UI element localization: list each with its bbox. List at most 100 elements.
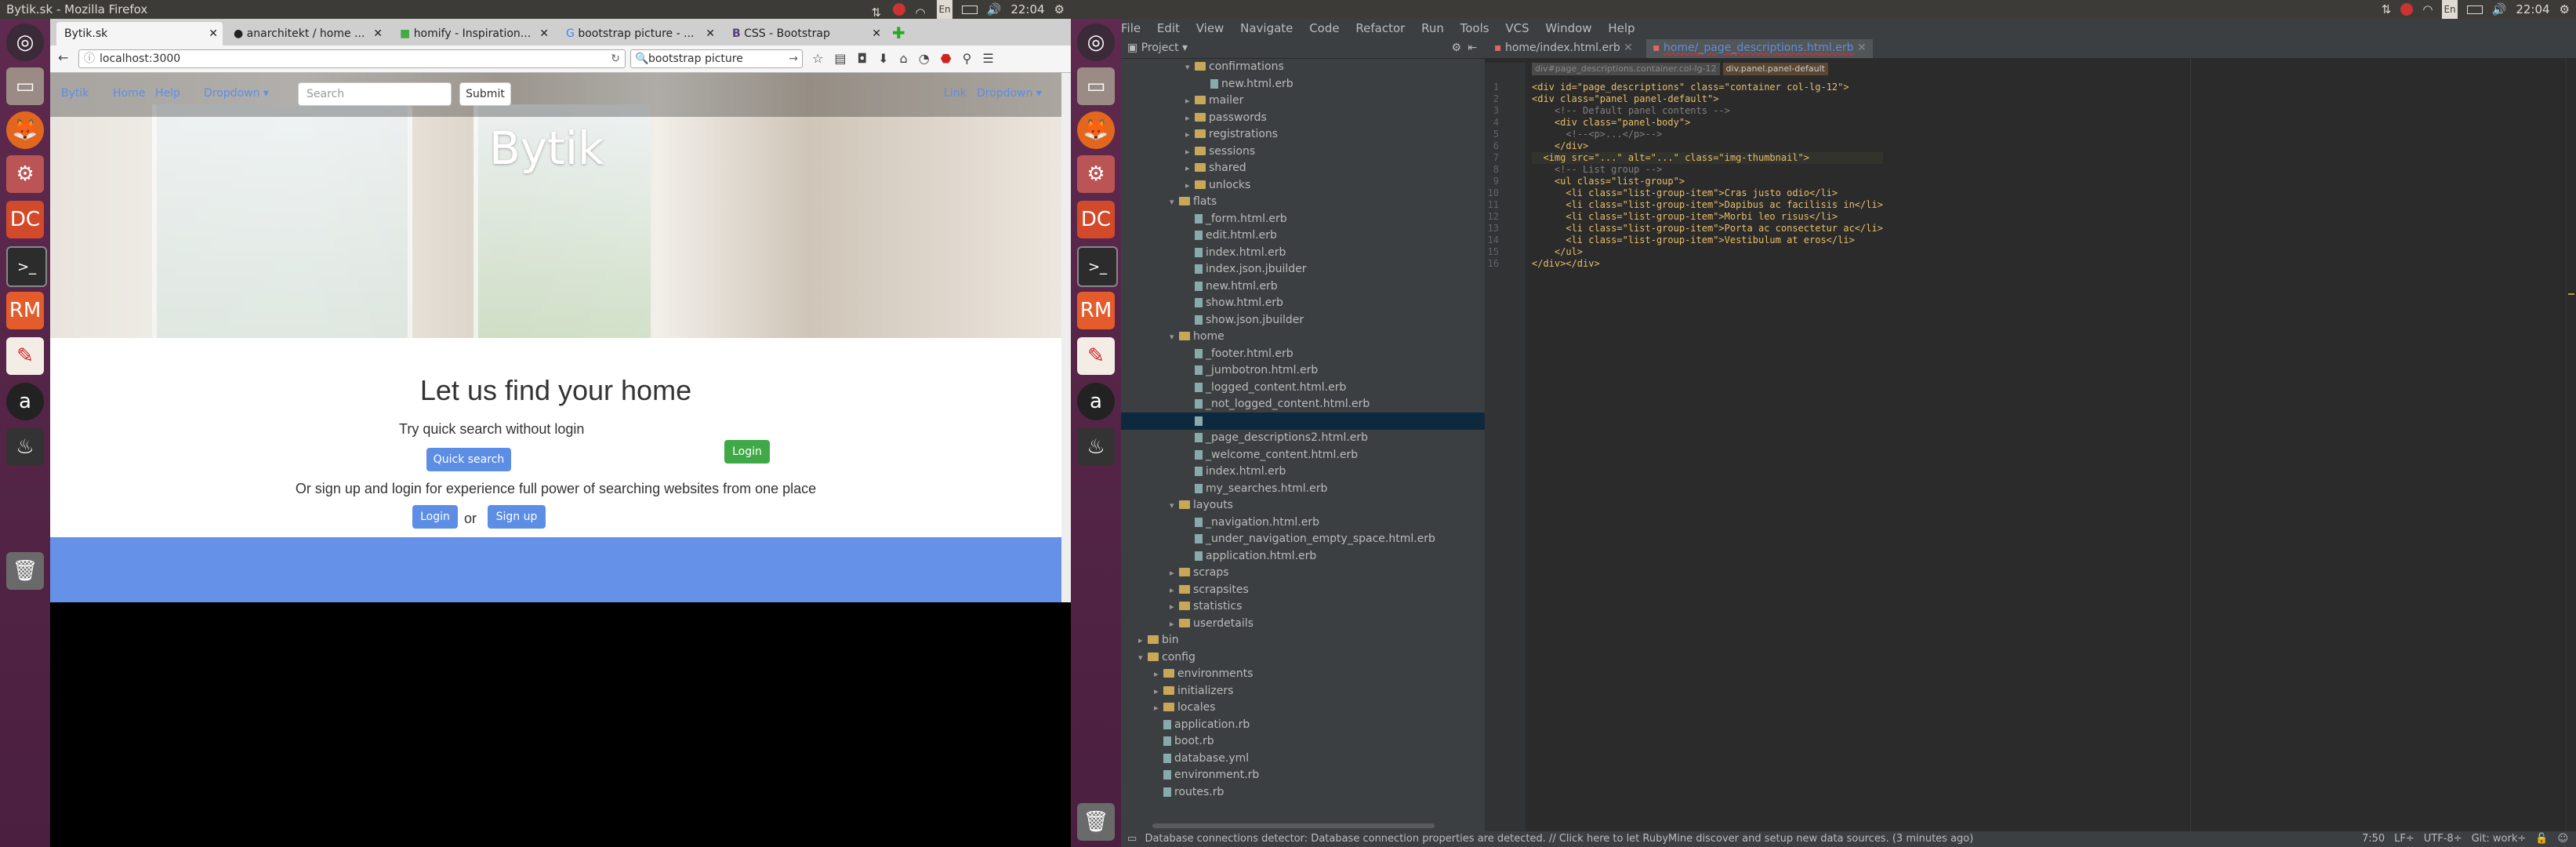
terminal-icon[interactable]: >_ xyxy=(1077,246,1118,287)
close-icon[interactable]: ✕ xyxy=(1857,42,1867,54)
settings-gear-icon[interactable]: ⚙ xyxy=(1054,0,1065,19)
trash-icon[interactable]: 🗑 xyxy=(6,552,44,590)
network-icon[interactable]: ⇅ xyxy=(871,3,883,20)
editor-tab-page-descriptions[interactable]: ▪ home/_page_descriptions.html.erb ✕ xyxy=(1646,39,1873,58)
git-branch[interactable]: Git: work÷ xyxy=(2472,831,2527,847)
tree-folder[interactable]: ▸ shared xyxy=(1121,159,1485,176)
cursor-position[interactable]: 7:50 xyxy=(2362,831,2385,847)
tree-file[interactable]: _page_descriptions2.html.erb xyxy=(1121,429,1485,446)
collapsed-arrow-icon[interactable]: ▸ xyxy=(1154,666,1163,683)
notification-icon[interactable] xyxy=(2400,3,2414,16)
network-icon[interactable]: ⇅ xyxy=(2382,0,2392,19)
terminal-icon[interactable]: >_ xyxy=(6,246,47,287)
amazon-icon[interactable]: a xyxy=(1077,383,1115,420)
tree-folder[interactable]: ▸ locales xyxy=(1121,699,1485,716)
menu-edit[interactable]: Edit xyxy=(1157,21,1180,35)
tree-folder[interactable]: ▾ config xyxy=(1121,649,1485,666)
tree-file[interactable]: index.html.erb xyxy=(1121,463,1485,480)
tree-folder[interactable]: ▸ registrations xyxy=(1121,125,1485,143)
tree-folder[interactable]: ▸ sessions xyxy=(1121,143,1485,160)
tree-folder[interactable]: ▾ home xyxy=(1121,328,1485,345)
code-area[interactable]: <div id="page_descriptions" class="conta… xyxy=(1532,82,1883,270)
dash-icon[interactable]: ◎ xyxy=(1077,24,1115,61)
reload-icon[interactable]: ↻ xyxy=(611,50,620,67)
tree-file[interactable]: _logged_content.html.erb xyxy=(1121,379,1485,396)
tree-file[interactable]: application.rb xyxy=(1121,716,1485,733)
text-editor-icon[interactable]: ✎ xyxy=(1077,337,1115,375)
expanded-arrow-icon[interactable]: ▾ xyxy=(1185,59,1195,76)
tree-folder[interactable]: ▸ scrapsites xyxy=(1121,581,1485,598)
tree-file[interactable]: index.html.erb xyxy=(1121,244,1485,261)
nav-dropdown[interactable]: Dropdown ▾ xyxy=(204,87,269,100)
tree-folder[interactable]: ▸ environments xyxy=(1121,665,1485,682)
text-editor-icon[interactable]: ✎ xyxy=(6,337,44,375)
collapsed-arrow-icon[interactable]: ▸ xyxy=(1154,683,1163,700)
downloads-icon[interactable]: ⬇ xyxy=(878,51,888,66)
menu-file[interactable]: File xyxy=(1121,21,1141,35)
tree-file[interactable]: _form.html.erb xyxy=(1121,210,1485,227)
expanded-arrow-icon[interactable]: ▾ xyxy=(1170,194,1179,211)
tree-file[interactable]: _navigation.html.erb xyxy=(1121,514,1485,531)
tree-folder[interactable]: ▸ scraps xyxy=(1121,564,1485,581)
volume-icon[interactable]: 🔊 xyxy=(2492,0,2507,19)
trash-icon[interactable]: 🗑 xyxy=(1077,803,1115,841)
rubymine-icon[interactable]: RM xyxy=(1077,292,1115,329)
menu-refactor[interactable]: Refactor xyxy=(1355,21,1405,35)
pocket-icon[interactable]: ◘ xyxy=(857,51,867,66)
collapsed-arrow-icon[interactable]: ▸ xyxy=(1185,144,1195,161)
nav-link-right[interactable]: Link xyxy=(944,87,967,100)
tree-folder[interactable]: ▾ layouts xyxy=(1121,496,1485,514)
chevron-down-icon[interactable]: ▾ xyxy=(1182,42,1188,54)
steam-icon[interactable]: ♨ xyxy=(1077,428,1115,466)
panel-settings-icon[interactable]: ⚙ xyxy=(1451,38,1461,58)
tree-folder[interactable]: ▸ initializers xyxy=(1121,682,1485,700)
tree-folder[interactable]: ▸ userdetails xyxy=(1121,615,1485,632)
tree-file[interactable]: show.json.jbuilder xyxy=(1121,311,1485,329)
firefox-icon[interactable]: 🦊 xyxy=(1077,111,1115,149)
volume-icon[interactable]: 🔊 xyxy=(987,0,1002,19)
hide-panel-icon[interactable]: ⇤ xyxy=(1468,38,1477,58)
new-tab-button[interactable]: ✚ xyxy=(892,24,905,42)
keyboard-layout-icon[interactable]: En xyxy=(937,0,952,19)
system-settings-icon[interactable]: ⚙ xyxy=(1077,155,1115,193)
collapsed-arrow-icon[interactable]: ▸ xyxy=(1170,582,1179,599)
close-icon[interactable]: ✕ xyxy=(209,22,218,45)
nav-link[interactable]: Help xyxy=(155,87,180,100)
info-icon[interactable]: ⓘ xyxy=(84,50,95,67)
clock[interactable]: 22:04 xyxy=(2516,0,2549,19)
breadcrumb-item[interactable]: div.panel.panel-default xyxy=(1722,63,1828,75)
tree-file[interactable]: application.html.erb xyxy=(1121,547,1485,565)
double-commander-icon[interactable]: DC xyxy=(1077,201,1115,238)
tab-homify[interactable]: ■ homify - Inspiration... ✕ xyxy=(392,22,553,45)
collapsed-arrow-icon[interactable]: ▸ xyxy=(1185,177,1195,194)
tree-file[interactable]: _welcome_content.html.erb xyxy=(1121,446,1485,463)
tab-bytik[interactable]: Bytik.sk ✕ xyxy=(56,22,223,45)
home-icon[interactable]: ⌂ xyxy=(900,51,908,66)
ublock-icon[interactable]: ⬣ xyxy=(941,51,952,66)
files-icon[interactable]: ▭ xyxy=(6,67,44,105)
chat-icon[interactable]: ◔ xyxy=(919,51,930,66)
project-label[interactable]: Project xyxy=(1141,42,1179,54)
tree-folder[interactable]: ▾ confirmations xyxy=(1121,58,1485,75)
tree-file[interactable]: database.yml xyxy=(1121,750,1485,767)
dash-icon[interactable]: ◎ xyxy=(6,24,44,61)
system-settings-icon[interactable]: ⚙ xyxy=(6,155,44,193)
collapsed-arrow-icon[interactable]: ▸ xyxy=(1185,110,1195,127)
keyboard-layout-icon[interactable]: En xyxy=(2442,0,2458,19)
status-message[interactable]: Database connections detector: Database … xyxy=(1145,833,1973,845)
menu-window[interactable]: Window xyxy=(1545,21,1591,35)
page-scrollbar[interactable] xyxy=(1061,73,1071,602)
tab-anarchitekt[interactable]: ● anarchitekt / home ... ✕ xyxy=(226,22,387,45)
files-icon[interactable]: ▭ xyxy=(1077,67,1115,105)
tree-file[interactable]: new.html.erb xyxy=(1121,75,1485,93)
tree-file[interactable]: _jumbotron.html.erb xyxy=(1121,362,1485,379)
go-arrow-icon[interactable]: → xyxy=(789,50,798,67)
close-icon[interactable]: ✕ xyxy=(373,22,383,45)
close-icon[interactable]: ✕ xyxy=(1624,42,1633,54)
tree-folder[interactable]: ▸ mailer xyxy=(1121,92,1485,109)
nav-link[interactable]: Bytik xyxy=(61,87,89,100)
notification-icon[interactable] xyxy=(893,3,906,16)
url-bar[interactable]: ⓘ localhost:3000 ↻ xyxy=(78,49,626,68)
amazon-icon[interactable]: a xyxy=(6,383,44,420)
collapsed-arrow-icon[interactable]: ▸ xyxy=(1170,598,1179,616)
